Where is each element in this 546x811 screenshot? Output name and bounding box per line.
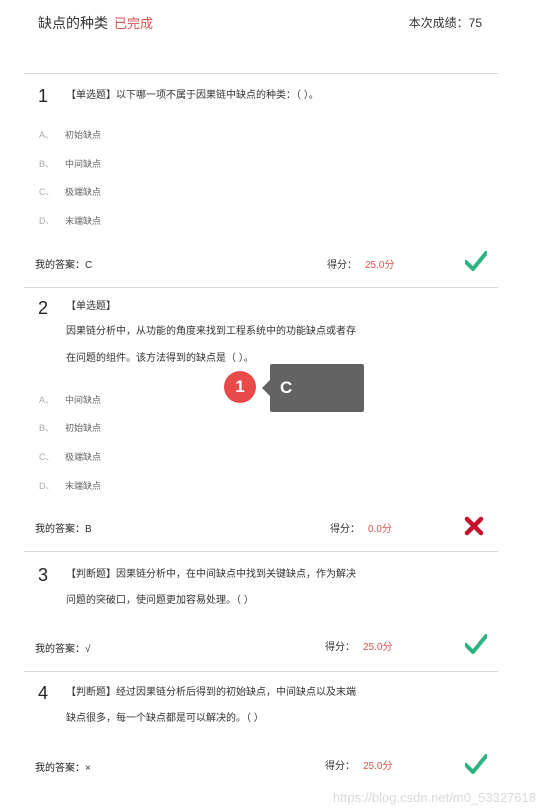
page-title-text: 缺点的种类 <box>38 15 108 31</box>
question-score: 得分： 25.0分 <box>325 761 393 772</box>
option-b: B、 中间缺点 <box>39 159 102 169</box>
divider <box>24 671 498 672</box>
question-score: 得分： 25.0分 <box>327 260 395 271</box>
annotation-tooltip: C <box>270 364 364 412</box>
option-a: A、 中间缺点 <box>39 395 102 405</box>
option-c: C、 极端缺点 <box>39 187 102 197</box>
option-b: B、 初始缺点 <box>39 423 102 433</box>
page-title: 缺点的种类 已完成 <box>38 13 153 33</box>
check-icon <box>465 251 487 271</box>
question-score: 得分： 25.0分 <box>325 642 393 653</box>
annotation-badge: 1 <box>224 371 256 403</box>
question-number: 3 <box>38 565 49 585</box>
question-number: 1 <box>38 86 49 106</box>
cross-icon <box>464 516 484 536</box>
check-icon <box>465 754 487 774</box>
my-answer: 我的答案：× <box>35 763 91 774</box>
divider <box>24 551 498 552</box>
question-number: 2 <box>38 298 49 318</box>
divider <box>24 73 498 74</box>
option-a: A、 初始缺点 <box>39 130 102 140</box>
my-answer: 我的答案：B <box>35 524 92 535</box>
question-number: 4 <box>38 683 49 703</box>
option-c: C、 极端缺点 <box>39 452 102 462</box>
question-score: 得分： 0.0分 <box>330 524 392 535</box>
watermark: https://blog.csdn.net/m0_53327618 <box>332 790 536 805</box>
divider <box>24 287 498 288</box>
question-text-line-2: 缺点很多，每一个缺点都是可以解决的。（ ） <box>66 713 264 724</box>
question-text-line-1: 【判断题】因果链分析中，在中间缺点中找到关键缺点，作为解决 <box>66 569 356 580</box>
question-text-line-2: 问题的突破口，使问题更加容易处理。（ ） <box>66 595 254 606</box>
total-score: 本次成绩：75 <box>408 16 482 30</box>
question-type: 【单选题】 <box>66 301 116 312</box>
question-text: 【单选题】以下哪一项不属于因果链中缺点的种类：（ ）。 <box>66 90 319 101</box>
option-d: D、 末端缺点 <box>39 481 102 491</box>
question-text-line-2: 在问题的组件。该方法得到的缺点是（ ）。 <box>66 353 254 364</box>
my-answer: 我的答案：C <box>35 260 93 271</box>
check-icon <box>465 634 487 654</box>
question-text-line-1: 【判断题】经过因果链分析后得到的初始缺点，中间缺点以及末端 <box>66 687 356 698</box>
annotation-arrow <box>262 380 270 396</box>
question-text-line-1: 因果链分析中，从功能的角度来找到工程系统中的功能缺点或者存 <box>66 326 356 337</box>
my-answer: 我的答案：√ <box>35 644 91 655</box>
status-badge: 已完成 <box>114 16 154 31</box>
option-d: D、 末端缺点 <box>39 216 102 226</box>
